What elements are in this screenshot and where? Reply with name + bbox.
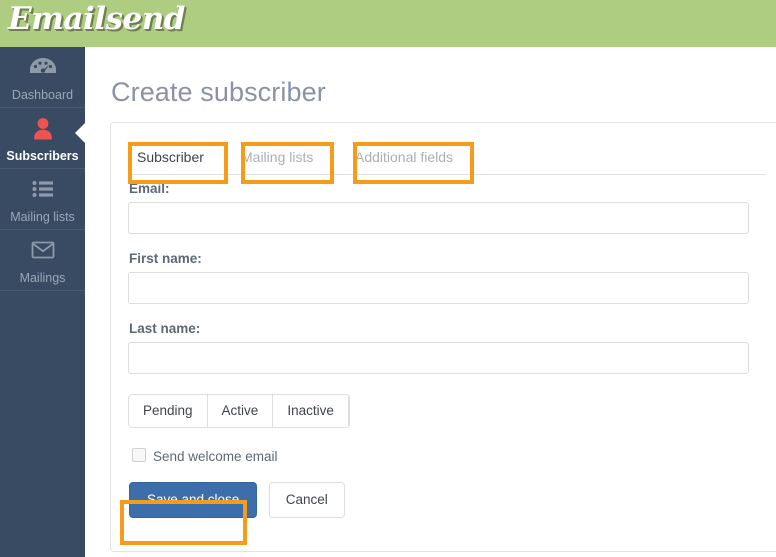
first-name-input[interactable]: [128, 272, 749, 304]
email-label: Email:: [129, 181, 170, 196]
tab-mailing-lists[interactable]: Mailing lists: [241, 140, 313, 174]
sidebar-item-label: Subscribers: [6, 149, 79, 163]
sidebar-item-label: Mailing lists: [10, 210, 75, 224]
sidebar-item-dashboard[interactable]: Dashboard: [0, 47, 85, 108]
status-option-pending[interactable]: Pending: [129, 395, 208, 427]
cancel-button[interactable]: Cancel: [268, 482, 345, 518]
form-actions: Save and close Cancel: [128, 482, 766, 518]
tachometer-icon: [0, 47, 85, 85]
send-welcome-email-label[interactable]: Send welcome email: [153, 449, 278, 464]
subscriber-form: Email: First name: Last name: Pending Ac…: [128, 181, 766, 518]
send-welcome-email-checkbox[interactable]: [132, 448, 146, 462]
sidebar-nav: Dashboard Subscribers Mailing lists Mail…: [0, 47, 86, 557]
sidebar-item-mailing-lists[interactable]: Mailing lists: [0, 169, 85, 230]
top-header-bar: Emailsend: [0, 0, 776, 47]
welcome-email-row: Send welcome email: [128, 448, 766, 465]
email-input[interactable]: [128, 202, 749, 234]
tab-subscriber[interactable]: Subscriber: [137, 140, 204, 174]
page-title: Create subscriber: [111, 77, 326, 107]
envelope-icon: [0, 230, 85, 268]
form-tabs: Subscriber Mailing lists Additional fiel…: [128, 140, 766, 175]
tab-additional-fields[interactable]: Additional fields: [355, 140, 453, 174]
subscriber-form-panel: Subscriber Mailing lists Additional fiel…: [110, 122, 776, 552]
sidebar-item-mailings[interactable]: Mailings: [0, 230, 85, 291]
first-name-label: First name:: [129, 251, 202, 266]
list-icon: [0, 169, 85, 207]
save-and-close-button[interactable]: Save and close: [129, 482, 258, 518]
status-option-inactive[interactable]: Inactive: [273, 395, 349, 427]
last-name-label: Last name:: [129, 321, 201, 336]
sidebar-item-label: Dashboard: [11, 88, 74, 102]
sidebar-item-subscribers[interactable]: Subscribers: [0, 108, 86, 169]
sidebar-item-label: Mailings: [19, 271, 66, 285]
last-name-input[interactable]: [128, 342, 749, 374]
main-content: Create subscriber Subscriber Mailing lis…: [85, 47, 776, 557]
app-window: Emailsend Dashboard Subscribers Mailing …: [0, 0, 776, 557]
app-logo[interactable]: Emailsend: [8, 1, 185, 37]
status-option-active[interactable]: Active: [207, 395, 274, 427]
user-icon: [0, 108, 85, 146]
status-button-group: Pending Active Inactive: [128, 394, 350, 428]
